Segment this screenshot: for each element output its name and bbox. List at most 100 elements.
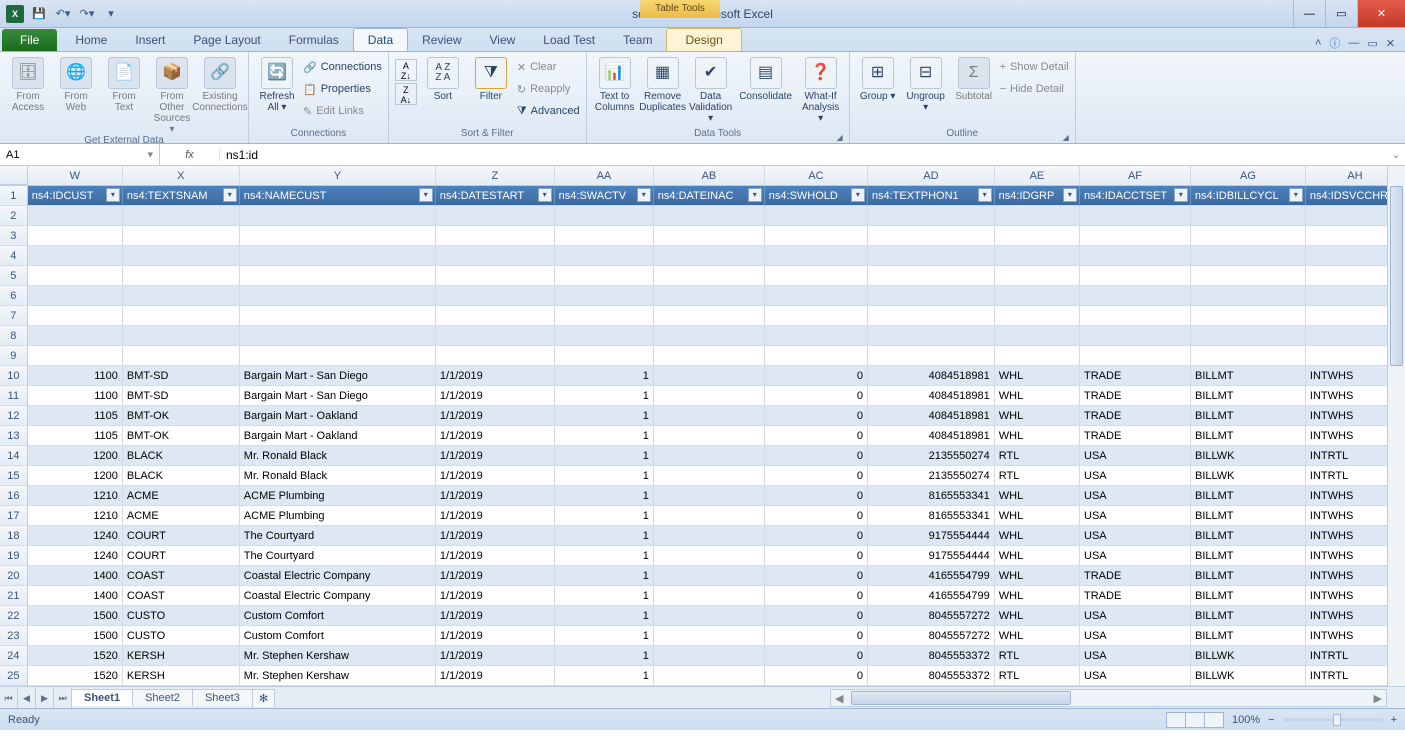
cell[interactable]: Bargain Mart - Oakland	[240, 406, 436, 426]
cell[interactable]	[654, 226, 765, 246]
cell[interactable]: COURT	[123, 546, 240, 566]
whatif-button[interactable]: ❓What-If Analysis ▾	[799, 55, 843, 124]
column-header[interactable]: AG	[1191, 166, 1306, 185]
cell[interactable]: 1400	[28, 566, 123, 586]
cell[interactable]	[28, 326, 123, 346]
cell[interactable]: USA	[1080, 606, 1191, 626]
row-header[interactable]: 14	[0, 446, 28, 466]
cell[interactable]	[1080, 306, 1191, 326]
cell[interactable]	[240, 346, 436, 366]
cell[interactable]: 0	[765, 646, 868, 666]
cell[interactable]: TRADE	[1080, 426, 1191, 446]
cell[interactable]	[436, 226, 555, 246]
from-web-button[interactable]: 🌐From Web	[54, 55, 98, 113]
sheet-nav-next[interactable]: ▶	[36, 688, 54, 708]
cell[interactable]	[240, 326, 436, 346]
sheet-nav-prev[interactable]: ◀	[18, 688, 36, 708]
cell[interactable]	[123, 226, 240, 246]
row-header[interactable]: 15	[0, 466, 28, 486]
cell[interactable]: 4084518981	[868, 366, 995, 386]
cell[interactable]: RTL	[995, 666, 1080, 686]
zoom-in-button[interactable]: +	[1391, 714, 1397, 726]
cell[interactable]	[1191, 266, 1306, 286]
cell[interactable]	[555, 326, 654, 346]
cell[interactable]: 1	[555, 446, 654, 466]
cell[interactable]	[1080, 226, 1191, 246]
column-header[interactable]: Y	[240, 166, 436, 185]
row-header[interactable]: 11	[0, 386, 28, 406]
cell[interactable]	[436, 246, 555, 266]
cell[interactable]: 1	[555, 506, 654, 526]
cell[interactable]	[654, 386, 765, 406]
cell[interactable]: The Courtyard	[240, 526, 436, 546]
row-header[interactable]: 20	[0, 566, 28, 586]
cell[interactable]: 1	[555, 646, 654, 666]
cell[interactable]	[654, 506, 765, 526]
cell[interactable]: WHL	[995, 386, 1080, 406]
cell[interactable]: 1/1/2019	[436, 566, 555, 586]
cell[interactable]: BILLMT	[1191, 406, 1306, 426]
row-header[interactable]: 18	[0, 526, 28, 546]
cell[interactable]: 0	[765, 386, 868, 406]
cell[interactable]	[555, 246, 654, 266]
cell[interactable]: 1/1/2019	[436, 586, 555, 606]
cell[interactable]	[654, 326, 765, 346]
table-header-cell[interactable]: ns4:SWHOLD▾	[765, 186, 868, 206]
filter-dropdown-icon[interactable]: ▾	[748, 188, 762, 202]
cell[interactable]: Bargain Mart - Oakland	[240, 426, 436, 446]
row-header[interactable]: 25	[0, 666, 28, 686]
cell[interactable]: TRADE	[1080, 386, 1191, 406]
cell[interactable]: 1	[555, 426, 654, 446]
cell[interactable]: 2135550274	[868, 446, 995, 466]
cell[interactable]: 1/1/2019	[436, 666, 555, 686]
cell[interactable]	[995, 246, 1080, 266]
cell[interactable]: 1520	[28, 646, 123, 666]
cell[interactable]: 4084518981	[868, 426, 995, 446]
cell[interactable]: 0	[765, 606, 868, 626]
cell[interactable]: BMT-OK	[123, 406, 240, 426]
cell[interactable]: 0	[765, 526, 868, 546]
cell[interactable]: 1	[555, 406, 654, 426]
cell[interactable]	[868, 226, 995, 246]
cell[interactable]	[654, 566, 765, 586]
cell[interactable]	[654, 646, 765, 666]
row-header[interactable]: 24	[0, 646, 28, 666]
cell[interactable]: 1/1/2019	[436, 646, 555, 666]
cell[interactable]	[868, 266, 995, 286]
cell[interactable]: 1200	[28, 446, 123, 466]
row-header[interactable]: 12	[0, 406, 28, 426]
cell[interactable]	[28, 206, 123, 226]
cell[interactable]: 8165553341	[868, 486, 995, 506]
sheet-tab[interactable]: Sheet1	[71, 689, 133, 706]
advanced-filter-button[interactable]: ⧩Advanced	[517, 101, 580, 121]
cell[interactable]: Mr. Stephen Kershaw	[240, 666, 436, 686]
expand-formula-bar-icon[interactable]: ⌄	[1387, 148, 1405, 161]
cell[interactable]: 4084518981	[868, 386, 995, 406]
cell[interactable]	[654, 406, 765, 426]
cell[interactable]: USA	[1080, 486, 1191, 506]
cell[interactable]: USA	[1080, 546, 1191, 566]
cell[interactable]	[654, 626, 765, 646]
cell[interactable]: WHL	[995, 366, 1080, 386]
cell[interactable]	[28, 286, 123, 306]
cell[interactable]: Custom Comfort	[240, 606, 436, 626]
cell[interactable]: RTL	[995, 466, 1080, 486]
from-other-sources-button[interactable]: 📦From Other Sources ▾	[150, 55, 194, 135]
row-header[interactable]: 7	[0, 306, 28, 326]
cell[interactable]	[654, 526, 765, 546]
cell[interactable]	[436, 346, 555, 366]
cell[interactable]: 1	[555, 526, 654, 546]
horizontal-scrollbar[interactable]: ◀ ▶	[830, 689, 1387, 707]
cell[interactable]: 1240	[28, 526, 123, 546]
row-header[interactable]: 6	[0, 286, 28, 306]
fx-icon[interactable]: fx	[179, 149, 200, 161]
undo-icon[interactable]: ↶▾	[52, 3, 74, 25]
cell[interactable]	[123, 326, 240, 346]
cell[interactable]: Mr. Ronald Black	[240, 466, 436, 486]
row-header[interactable]: 4	[0, 246, 28, 266]
cell[interactable]: 1520	[28, 666, 123, 686]
row-header[interactable]: 21	[0, 586, 28, 606]
cell[interactable]	[654, 366, 765, 386]
cell[interactable]	[654, 606, 765, 626]
row-header[interactable]: 10	[0, 366, 28, 386]
